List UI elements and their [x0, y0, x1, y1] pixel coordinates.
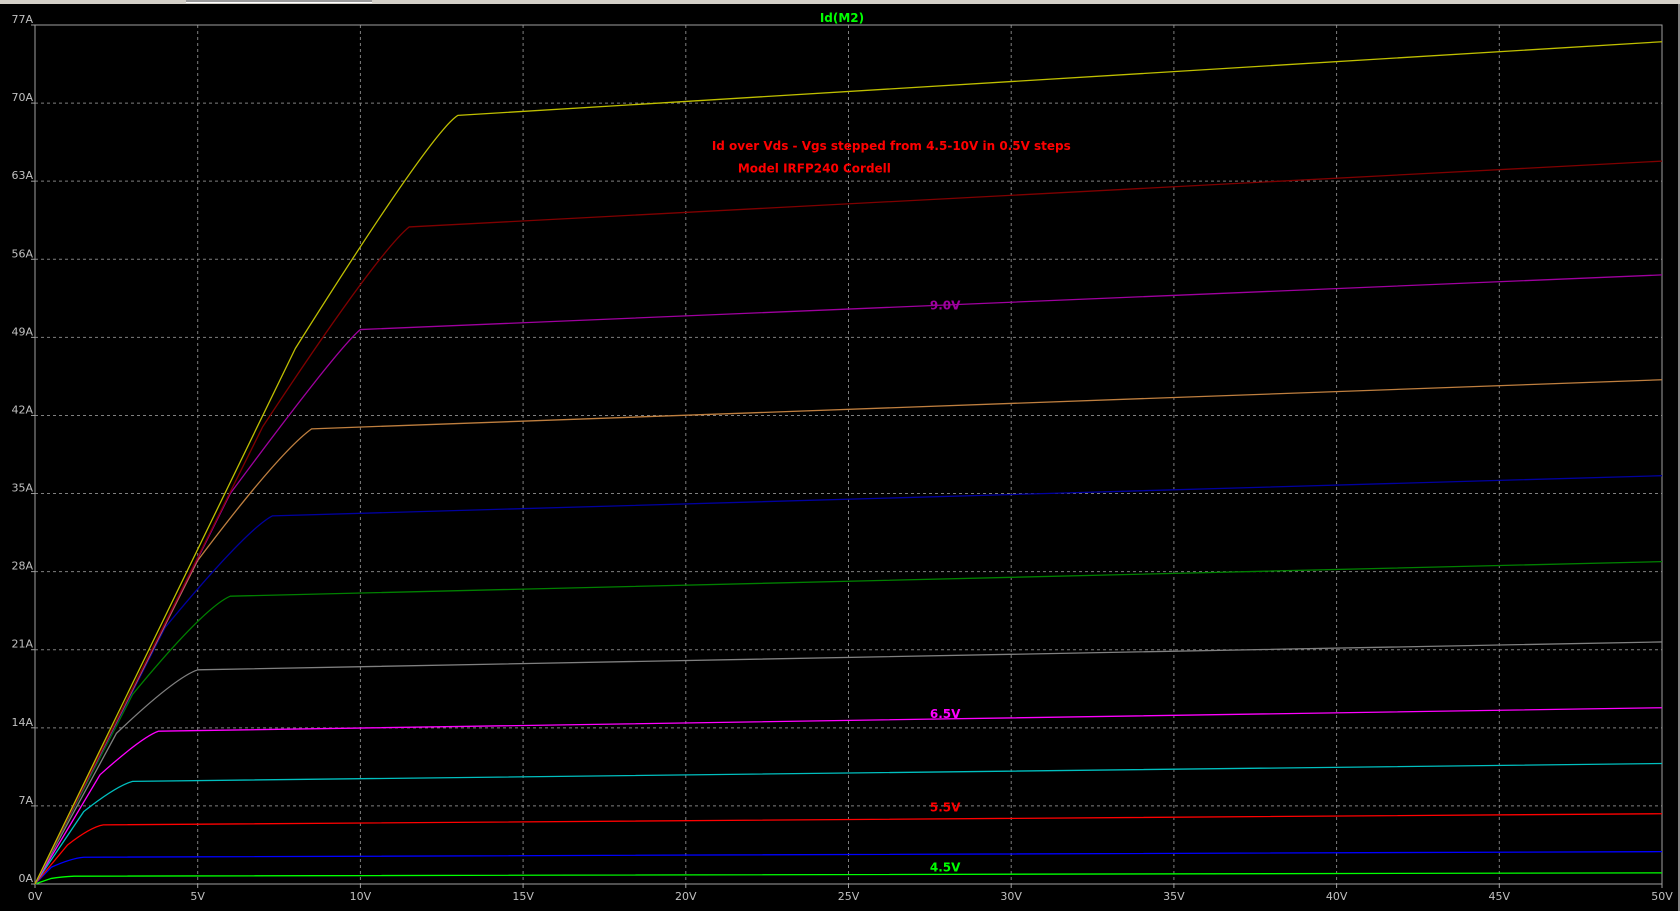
y-tick-label: 63A	[11, 169, 33, 182]
y-tick-label: 14A	[11, 716, 33, 729]
x-tick-label: 25V	[838, 890, 860, 903]
annotation-text: 9.0V	[930, 298, 961, 312]
x-tick-label: 35V	[1163, 890, 1185, 903]
x-tick-label: 20V	[675, 890, 697, 903]
annotation-text: Id over Vds - Vgs stepped from 4.5-10V i…	[712, 139, 1071, 153]
y-tick-label: 7A	[18, 794, 33, 807]
y-tick-label: 56A	[11, 247, 33, 260]
y-tick-label: 42A	[11, 403, 33, 416]
y-tick-label: 28A	[11, 560, 33, 573]
grid	[35, 25, 1662, 884]
annotation-group: Id over Vds - Vgs stepped from 4.5-10V i…	[712, 139, 1071, 875]
annotation-text: 6.5V	[930, 707, 961, 721]
y-tick-label: 77A	[11, 13, 33, 26]
x-tick-label: 5V	[190, 890, 205, 903]
annotation-text: Model IRFP240 Cordell	[738, 161, 891, 175]
x-tick-label: 15V	[512, 890, 534, 903]
plot-pane[interactable]: 0V 5V 10V 15V 20V 25V 30V 35V 40V 45V 50V 0A 7A 14A 2…	[0, 4, 1680, 911]
y-tick-label: 0A	[18, 872, 33, 885]
annotation-text: 4.5V	[930, 861, 961, 875]
x-tick-label: 45V	[1489, 890, 1511, 903]
y-axis-ticks: 0A 7A 14A 21A 28A 35A 42A 49A 56A 63A 70A 77A	[11, 13, 35, 885]
plot-canvas[interactable]: 0V 5V 10V 15V 20V 25V 30V 35V 40V 45V 50V 0A 7A 14A 2…	[0, 4, 1678, 911]
y-tick-label: 70A	[11, 91, 33, 104]
annotation-text: 5.5V	[930, 800, 961, 814]
x-tick-label: 30V	[1000, 890, 1022, 903]
window-tab[interactable]	[186, 0, 372, 3]
x-tick-label: 0V	[28, 890, 43, 903]
y-tick-label: 35A	[11, 482, 33, 495]
y-tick-label: 49A	[11, 325, 33, 338]
x-tick-label: 10V	[350, 890, 372, 903]
x-axis-ticks: 0V 5V 10V 15V 20V 25V 30V 35V 40V 45V 50V	[28, 884, 1673, 903]
y-tick-label: 21A	[11, 638, 33, 651]
trace-title[interactable]: Id(M2)	[820, 11, 864, 25]
x-tick-label: 50V	[1651, 890, 1673, 903]
x-tick-label: 40V	[1326, 890, 1348, 903]
